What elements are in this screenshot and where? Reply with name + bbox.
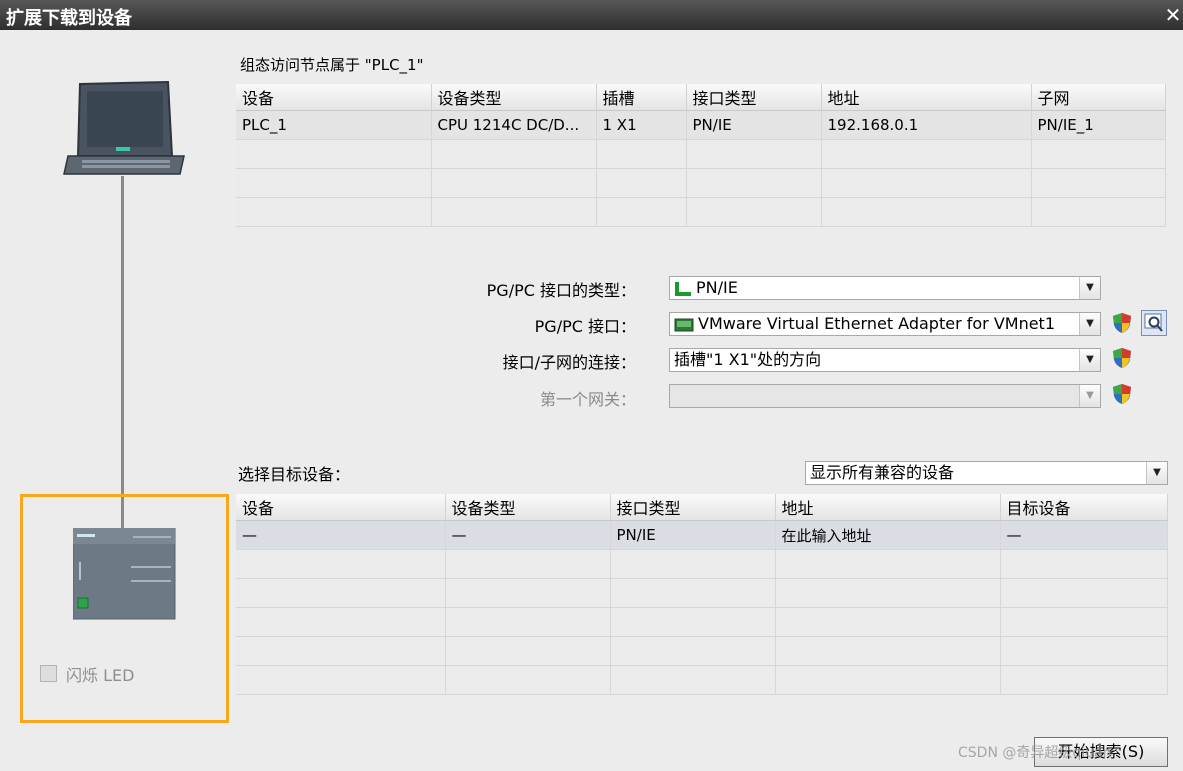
- shield-icon[interactable]: [1112, 312, 1132, 334]
- cell-target-device: —: [1000, 520, 1168, 550]
- watermark: CSDN @奇异超级qiuan: [958, 745, 1112, 761]
- table-row-empty: [236, 636, 1168, 666]
- table-row[interactable]: — — PN/IE 在此输入地址 —: [236, 520, 1168, 550]
- table-row-empty: [236, 139, 1166, 169]
- pgpc-type-label: PG/PC 接口的类型：: [486, 281, 636, 300]
- column-header[interactable]: 设备: [236, 84, 432, 111]
- target-filter-value: 显示所有兼容的设备: [810, 463, 955, 482]
- target-filter-select[interactable]: 显示所有兼容的设备 ▼: [805, 461, 1168, 485]
- network-cable: [121, 176, 124, 530]
- chevron-down-icon[interactable]: ▼: [1079, 313, 1100, 335]
- first-gateway-select[interactable]: ▼: [669, 384, 1101, 408]
- column-header[interactable]: 地址: [775, 494, 1001, 521]
- target-devices-table: 设备 设备类型 接口类型 地址 目标设备 — — PN/IE 在此输入地址 —: [236, 494, 1168, 695]
- chevron-down-icon[interactable]: ▼: [1079, 349, 1100, 371]
- table-row-empty: [236, 665, 1168, 695]
- search-interface-button[interactable]: [1141, 310, 1167, 336]
- table-row-empty: [236, 607, 1168, 637]
- column-header[interactable]: 设备类型: [445, 494, 611, 521]
- column-header[interactable]: 插槽: [596, 84, 687, 111]
- target-device-highlight: [20, 494, 229, 723]
- first-gateway-label: 第一个网关：: [539, 390, 636, 409]
- pgpc-interface-value: VMware Virtual Ethernet Adapter for VMne…: [698, 314, 1056, 333]
- chevron-down-icon[interactable]: ▼: [1146, 462, 1167, 484]
- subnet-connection-select[interactable]: 插槽"1 X1"处的方向 ▼: [669, 348, 1101, 372]
- table-header: 设备 设备类型 插槽 接口类型 地址 子网: [236, 84, 1166, 111]
- flash-led-label: 闪烁 LED: [66, 666, 135, 685]
- table-row-empty: [236, 578, 1168, 608]
- shield-icon[interactable]: [1112, 383, 1132, 405]
- column-header[interactable]: 设备: [236, 494, 446, 521]
- cell-device-type: CPU 1214C DC/D...: [431, 110, 597, 140]
- column-header[interactable]: 接口类型: [686, 84, 822, 111]
- configured-nodes-label: 组态访问节点属于 "PLC_1": [240, 56, 424, 74]
- chevron-down-icon[interactable]: ▼: [1079, 385, 1100, 407]
- pgpc-interface-select[interactable]: VMware Virtual Ethernet Adapter for VMne…: [669, 312, 1101, 336]
- laptop-icon: [63, 80, 185, 175]
- subnet-connection-value: 插槽"1 X1"处的方向: [674, 350, 822, 369]
- column-header[interactable]: 目标设备: [1000, 494, 1168, 521]
- table-header: 设备 设备类型 接口类型 地址 目标设备: [236, 494, 1168, 521]
- cell-device: —: [236, 520, 446, 550]
- close-icon[interactable]: ✕: [1163, 2, 1183, 28]
- magnifier-icon: [1144, 313, 1163, 332]
- table-row-empty: [236, 197, 1166, 227]
- cell-subnet: PN/IE_1: [1031, 110, 1166, 140]
- cell-slot: 1 X1: [596, 110, 687, 140]
- flash-led-checkbox[interactable]: [40, 665, 57, 682]
- cell-address: 192.168.0.1: [821, 110, 1032, 140]
- pgpc-type-select[interactable]: PN/IE ▼: [669, 276, 1101, 300]
- table-row-empty: [236, 549, 1168, 579]
- configured-nodes-table: 设备 设备类型 插槽 接口类型 地址 子网 PLC_1 CPU 1214C DC…: [236, 84, 1166, 227]
- pn-ie-network-icon: [675, 281, 691, 296]
- pgpc-type-value: PN/IE: [696, 278, 738, 297]
- window-title: 扩展下载到设备: [6, 8, 132, 29]
- column-header[interactable]: 子网: [1031, 84, 1166, 111]
- column-header[interactable]: 设备类型: [431, 84, 597, 111]
- chevron-down-icon[interactable]: ▼: [1079, 277, 1100, 299]
- cell-address-input[interactable]: 在此输入地址: [775, 520, 1001, 550]
- pgpc-interface-label: PG/PC 接口：: [534, 317, 636, 336]
- cell-device: PLC_1: [236, 110, 432, 140]
- cell-interface-type: PN/IE: [686, 110, 822, 140]
- title-bar: 扩展下载到设备 ✕: [0, 0, 1183, 30]
- cell-device-type: —: [445, 520, 611, 550]
- cell-interface-type: PN/IE: [610, 520, 776, 550]
- shield-icon[interactable]: [1112, 347, 1132, 369]
- column-header[interactable]: 地址: [821, 84, 1032, 111]
- select-target-label: 选择目标设备：: [238, 465, 351, 484]
- subnet-connection-label: 接口/子网的连接：: [502, 353, 636, 372]
- table-row[interactable]: PLC_1 CPU 1214C DC/D... 1 X1 PN/IE 192.1…: [236, 110, 1166, 140]
- network-card-icon: [674, 318, 694, 331]
- table-row-empty: [236, 168, 1166, 198]
- column-header[interactable]: 接口类型: [610, 494, 776, 521]
